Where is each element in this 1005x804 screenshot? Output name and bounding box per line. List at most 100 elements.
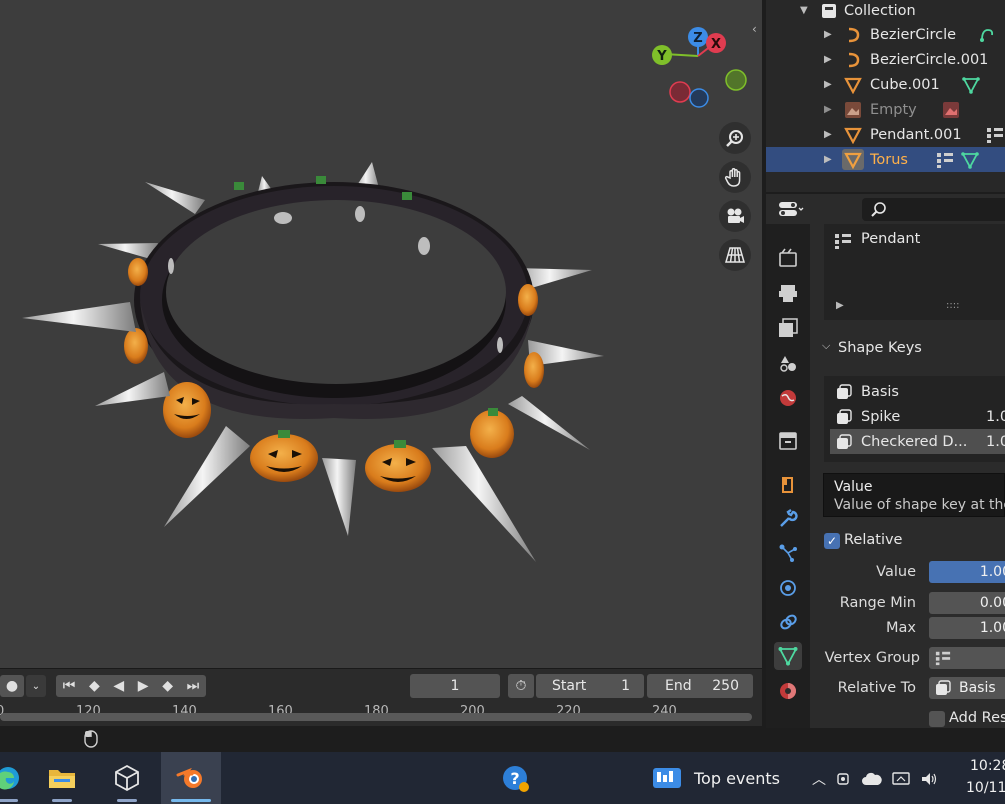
- tab-object-icon[interactable]: [774, 471, 802, 499]
- expand-icon[interactable]: ▶: [824, 129, 832, 140]
- tab-mesh-data-icon[interactable]: [774, 642, 802, 670]
- timeline-scrollbar[interactable]: [0, 713, 752, 721]
- list-expand-icon[interactable]: ▶: [836, 300, 844, 311]
- start-value: 1: [621, 678, 630, 694]
- meet-now-icon[interactable]: [836, 771, 852, 787]
- vertex-group-icon: [835, 234, 851, 249]
- curve-icon: [848, 52, 860, 67]
- zoom-icon[interactable]: [719, 122, 751, 154]
- end-label: End: [665, 678, 692, 694]
- vertex-group-label: Vertex Group: [824, 650, 920, 666]
- 3d-viewport[interactable]: Z Y X ‹: [0, 0, 762, 668]
- perspective-grid-icon[interactable]: [719, 239, 751, 271]
- expand-icon[interactable]: ▶: [824, 29, 832, 40]
- panel-collapse-icon[interactable]: ⌵: [822, 339, 830, 353]
- tray-chevron-icon[interactable]: ︿: [812, 769, 826, 789]
- curve-data-icon[interactable]: [978, 26, 996, 44]
- shape-key-checkered[interactable]: Checkered D... 1.0: [830, 429, 1005, 454]
- tab-physics-icon[interactable]: [774, 574, 802, 602]
- tab-material-icon[interactable]: [774, 677, 802, 705]
- outliner-item-pendant-001[interactable]: ▶ Pendant.001: [766, 122, 1005, 147]
- relative-checkbox[interactable]: ✓: [824, 533, 840, 549]
- vertex-groups-list[interactable]: Pendant ▶ ::::: [824, 224, 1005, 320]
- editor-type-dropdown[interactable]: [778, 198, 814, 220]
- shape-keys-panel-header[interactable]: ⌵ Shape Keys: [812, 332, 1005, 362]
- tab-render-icon[interactable]: [774, 244, 802, 272]
- expand-icon[interactable]: ▶: [824, 79, 832, 90]
- sidebar-toggle-icon[interactable]: ‹: [752, 22, 762, 40]
- blender-app-button[interactable]: [161, 752, 221, 804]
- onedrive-icon[interactable]: [862, 772, 882, 786]
- clock-date[interactable]: 10/11: [966, 780, 1005, 796]
- outliner-item-beziercircle[interactable]: ▶ BezierCircle: [766, 22, 1005, 47]
- stopwatch-icon[interactable]: ⏱: [508, 674, 534, 698]
- shape-key-value[interactable]: 1.0: [986, 409, 1005, 425]
- value-field[interactable]: 1.00: [929, 561, 1005, 583]
- add-rest-checkbox-row[interactable]: Add Res: [929, 709, 1005, 728]
- jump-end-icon[interactable]: ⏭: [187, 678, 200, 694]
- outliner-item-torus[interactable]: ▶ Torus: [766, 147, 1005, 172]
- outliner-item-beziercircle-001[interactable]: ▶ BezierCircle.001: [766, 47, 1005, 72]
- camera-view-icon[interactable]: [719, 200, 751, 232]
- help-app-button[interactable]: ?: [502, 765, 530, 793]
- max-field[interactable]: 1.00: [929, 617, 1005, 639]
- shape-key-spike[interactable]: Spike 1.0: [830, 404, 1005, 429]
- add-rest-checkbox[interactable]: [929, 711, 945, 727]
- properties-header: [766, 194, 1005, 224]
- jump-start-icon[interactable]: ⏮: [63, 678, 76, 694]
- outliner-item-empty[interactable]: ▶ Empty: [766, 97, 1005, 122]
- record-button[interactable]: ●: [0, 675, 24, 697]
- start-label: Start: [552, 678, 587, 694]
- expand-icon[interactable]: ▶: [824, 54, 832, 65]
- tab-particles-icon[interactable]: [774, 539, 802, 567]
- playback-controls: ⏮ ◆ ◀ ▶ ◆ ⏭: [56, 675, 206, 697]
- outliner-item-cube-001[interactable]: ▶ Cube.001: [766, 72, 1005, 97]
- start-frame-field[interactable]: Start 1: [536, 674, 644, 698]
- list-resize-handle[interactable]: ::::: [946, 300, 959, 311]
- current-frame-field[interactable]: 1: [410, 674, 500, 698]
- network-icon[interactable]: [892, 771, 910, 787]
- shape-key-basis[interactable]: Basis: [830, 379, 1005, 404]
- blender-window: Z Y X ‹ ● ⌄ ⏮ ◆ ◀ ▶ ◆ ⏭ 1 ⏱ Start 1 End …: [0, 0, 1005, 804]
- next-keyframe-icon[interactable]: ◆: [162, 678, 173, 694]
- tab-modifiers-icon[interactable]: [774, 505, 802, 533]
- axis-gizmo: Z Y X: [652, 27, 747, 108]
- volume-icon[interactable]: [920, 771, 938, 787]
- properties-search-input[interactable]: [862, 198, 1005, 221]
- relative-to-field[interactable]: Basis: [929, 677, 1005, 699]
- app-running-indicator: [52, 799, 72, 802]
- pan-hand-icon[interactable]: [719, 161, 751, 193]
- record-options-dropdown[interactable]: ⌄: [26, 675, 46, 697]
- vertex-group-field[interactable]: [929, 647, 1005, 669]
- end-frame-field[interactable]: End 250: [647, 674, 753, 698]
- collapse-icon[interactable]: ▼: [800, 5, 808, 16]
- prev-keyframe-icon[interactable]: ◆: [89, 678, 100, 694]
- edge-icon: [0, 767, 19, 790]
- top-events-widget[interactable]: Top events: [652, 764, 792, 792]
- tab-output-icon[interactable]: [774, 279, 802, 307]
- tab-collection-icon[interactable]: [774, 427, 802, 455]
- tab-world-icon[interactable]: [774, 384, 802, 412]
- expand-icon[interactable]: ▶: [824, 104, 832, 115]
- mesh-data-icon[interactable]: [962, 76, 980, 94]
- file-explorer-button[interactable]: [32, 752, 92, 804]
- vertex-group-icon[interactable]: [986, 126, 1004, 144]
- expand-icon[interactable]: ▶: [824, 154, 832, 165]
- vertex-group-icon[interactable]: [936, 151, 954, 169]
- outliner-item-label: Empty: [870, 101, 917, 118]
- clock-time[interactable]: 10:28: [970, 758, 1005, 774]
- play-icon[interactable]: ▶: [138, 678, 149, 694]
- 3d-viewer-button[interactable]: [97, 752, 157, 804]
- image-data-icon[interactable]: [942, 101, 960, 119]
- tab-constraints-icon[interactable]: [774, 608, 802, 636]
- tab-scene-icon[interactable]: [774, 349, 802, 377]
- range-min-field[interactable]: 0.00: [929, 592, 1005, 614]
- outliner-collection[interactable]: ▼ Collection: [766, 0, 1005, 23]
- viewport-scene[interactable]: Z Y X: [0, 0, 762, 668]
- mesh-data-icon[interactable]: [961, 151, 979, 169]
- play-reverse-icon[interactable]: ◀: [113, 678, 124, 694]
- properties-tabs: [766, 224, 810, 728]
- tab-view-layer-icon[interactable]: [774, 314, 802, 342]
- shape-key-value[interactable]: 1.0: [986, 434, 1005, 450]
- relative-checkbox-row[interactable]: ✓ Relative: [824, 531, 944, 551]
